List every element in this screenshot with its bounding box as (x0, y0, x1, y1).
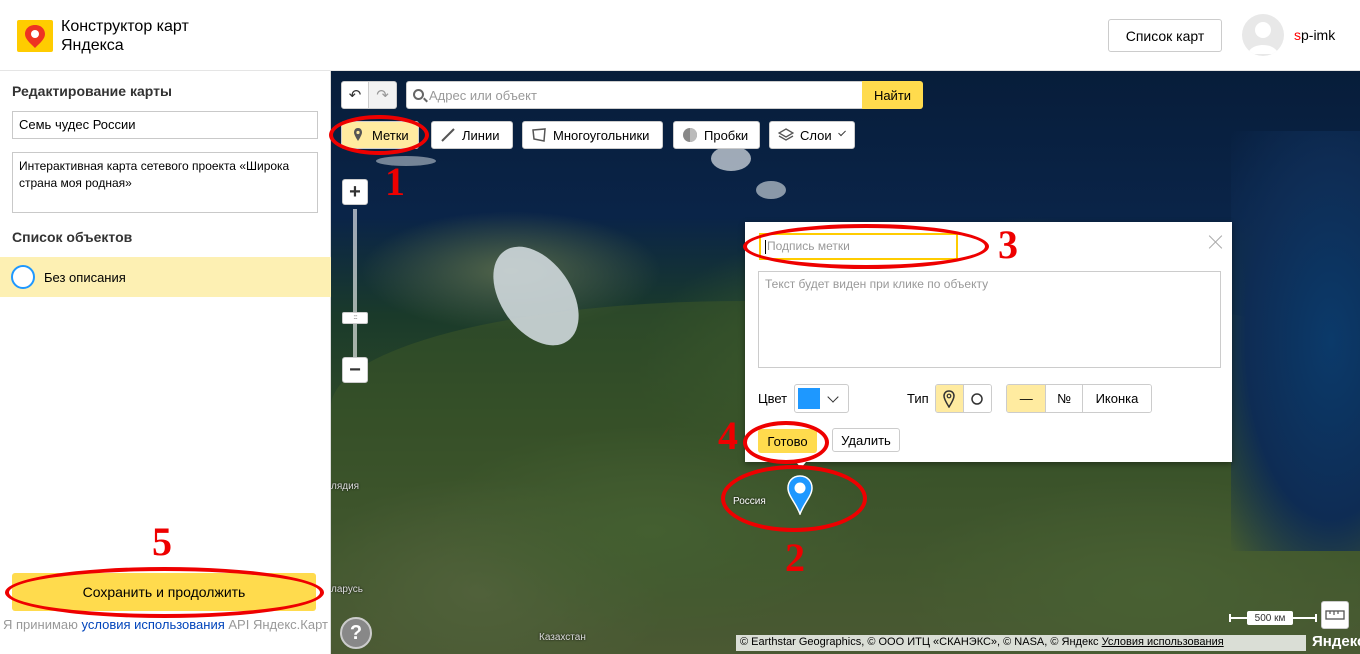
zoom-slider-handle[interactable]: ::::: (342, 312, 368, 324)
type-label: Тип (907, 391, 929, 406)
object-circle-icon (11, 265, 35, 289)
search-button[interactable]: Найти (862, 81, 923, 109)
close-icon[interactable] (1207, 233, 1225, 251)
maps-list-button[interactable]: Список карт (1108, 19, 1222, 52)
tool-layers-button[interactable]: Слои (769, 121, 855, 149)
scale-bar: 500 км (1229, 611, 1317, 625)
chevron-down-icon (837, 127, 846, 137)
map-label: Казахстан (539, 632, 586, 643)
edit-map-title: Редактирование карты (12, 83, 172, 99)
map-description-field[interactable]: Интерактивная карта сетевого проекта «Ши… (12, 152, 318, 213)
map-label: лядия (331, 481, 360, 492)
content-none-option[interactable]: — (1007, 385, 1047, 412)
content-icon-option[interactable]: Иконка (1082, 385, 1151, 412)
circle-icon (971, 392, 983, 405)
color-swatch (798, 388, 820, 409)
annotation-oval-4 (743, 421, 829, 464)
list-item[interactable]: Без описания (0, 257, 331, 297)
placemark-content-group: — № Иконка (1006, 384, 1152, 413)
annotation-oval-5 (5, 567, 324, 618)
terms-prefix: Я принимаю (2, 617, 78, 632)
map-view[interactable]: ↶ ↷ Адрес или объект Найти Метки Линии М… (331, 71, 1360, 654)
objects-list-title: Список объектов (12, 229, 133, 245)
zoom-out-button[interactable]: − (342, 357, 368, 383)
undo-redo-group: ↶ ↷ (341, 81, 397, 109)
terms-link[interactable]: условия использования (82, 617, 225, 632)
terms-suffix: API Яндекс.Карт (228, 617, 328, 632)
help-button[interactable]: ? (340, 617, 372, 649)
type-circle-option[interactable] (963, 385, 991, 412)
user-icon (1248, 22, 1278, 54)
line-icon (440, 127, 456, 143)
pin-icon (943, 389, 956, 408)
color-select[interactable] (794, 384, 849, 413)
annotation-oval-2 (721, 465, 867, 532)
undo-button[interactable]: ↶ (341, 81, 369, 109)
map-label: ларусь (331, 584, 363, 595)
annotation-number-5: 5 (152, 519, 172, 564)
username-initial: s (1294, 27, 1301, 43)
search-icon (413, 89, 424, 100)
annotation-oval-1 (329, 115, 429, 155)
ruler-icon (1325, 610, 1345, 620)
tool-lines-button[interactable]: Линии (431, 121, 513, 149)
annotation-number-2: 2 (785, 535, 805, 580)
avatar[interactable] (1242, 14, 1284, 56)
tool-polygons-label: Многоугольники (553, 127, 650, 143)
yandex-maps-logo[interactable] (17, 20, 53, 52)
placemark-description-field[interactable]: Текст будет виден при клике по объекту (758, 271, 1221, 368)
layers-icon (777, 127, 795, 143)
scale-label: 500 км (1247, 611, 1293, 625)
object-label: Без описания (44, 270, 126, 285)
chevron-down-icon (827, 391, 839, 403)
zoom-slider-track[interactable] (353, 209, 357, 359)
annotation-number-3: 3 (998, 222, 1018, 267)
placemark-type-group (935, 384, 992, 413)
username-rest: p-imk (1301, 27, 1336, 43)
arctic-island (756, 181, 786, 199)
tool-layers-label: Слои (800, 127, 832, 143)
traffic-icon (682, 127, 698, 143)
tool-traffic-label: Пробки (704, 127, 749, 143)
content-number-option[interactable]: № (1046, 385, 1083, 412)
app-title: Конструктор карт Яндекса (61, 18, 189, 54)
app-header: Конструктор карт Яндекса Список карт sp-… (0, 0, 1360, 71)
tool-lines-label: Линии (462, 127, 500, 143)
color-label: Цвет (758, 391, 788, 406)
polygon-icon (531, 127, 547, 143)
search-placeholder: Адрес или объект (429, 87, 537, 103)
username[interactable]: sp-imk (1294, 27, 1335, 43)
map-terms-link[interactable]: Условия использования (1102, 636, 1224, 648)
zoom-in-button[interactable]: + (342, 179, 368, 205)
map-name-input[interactable]: Семь чудес России (12, 111, 318, 139)
redo-button[interactable]: ↷ (369, 81, 397, 109)
type-pin-option[interactable] (936, 385, 964, 412)
terms-text: Я принимаю условия использования API Янд… (0, 617, 331, 633)
annotation-number-4: 4 (718, 413, 738, 458)
ruler-button[interactable] (1321, 601, 1349, 629)
annotation-number-1: 1 (385, 159, 405, 204)
tool-traffic-button[interactable]: Пробки (673, 121, 760, 149)
delete-button[interactable]: Удалить (832, 428, 900, 452)
tool-polygons-button[interactable]: Многоугольники (522, 121, 663, 149)
yandex-brand-mark: Яндекс (1312, 633, 1360, 650)
map-sea (1231, 131, 1360, 551)
arctic-island (711, 146, 751, 171)
search-input[interactable]: Адрес или объект (406, 81, 863, 109)
map-copyright: © Earthstar Geographics, © ООО ИТЦ «СКАН… (736, 635, 1306, 651)
copyright-text: © Earthstar Geographics, © ООО ИТЦ «СКАН… (740, 636, 1099, 648)
annotation-oval-3 (743, 224, 989, 269)
